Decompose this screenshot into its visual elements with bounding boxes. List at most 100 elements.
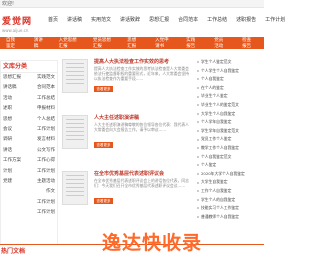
category-row: 讲话 公文写作: [1, 146, 57, 156]
category-title: 文库分类: [1, 61, 57, 73]
article-list: 提高人大执法检查工作实效的思考 提高人大执法检查工作实效的思考执法检查是人大常委…: [62, 56, 192, 224]
category-link[interactable]: 主题活动: [37, 177, 55, 187]
category-row: 工作计划: [1, 208, 57, 218]
nav-item[interactable]: 工作总结: [207, 16, 227, 23]
related-list: 学生个人鉴定范文 个人学生个人自我鉴定 个人自我鉴定 在个人的鉴定 毕业生个人鉴…: [196, 58, 262, 221]
nav-item[interactable]: 合同范本: [178, 16, 198, 23]
category-row: 作文: [1, 187, 57, 197]
list-item[interactable]: 学生学年自我鉴定范文: [196, 127, 262, 136]
view-more-button[interactable]: 查看更多: [94, 198, 113, 204]
category-row: 工作计划: [1, 198, 57, 208]
category-link[interactable]: 活动: [3, 94, 12, 104]
list-item[interactable]: 个人鉴定: [196, 161, 262, 170]
list-item[interactable]: 普通教师个人自我鉴定: [196, 213, 262, 222]
subnav-item[interactable]: 思想汇报: [127, 37, 140, 49]
category-link[interactable]: 述职: [3, 104, 12, 114]
welcome-text: 欢迎!: [2, 1, 15, 7]
category-link[interactable]: 工作总结: [37, 94, 55, 104]
category-link[interactable]: 个人总结: [37, 115, 55, 125]
category-link[interactable]: 公文写作: [37, 146, 55, 156]
category-row: 述职 申报材料: [1, 104, 57, 114]
list-item[interactable]: 学生个人的自我鉴定: [196, 196, 262, 205]
category-link[interactable]: 思想: [3, 115, 12, 125]
article-title[interactable]: 提高人大执法检查工作实效的思考: [94, 58, 169, 65]
list-item[interactable]: 个人学生个人自我鉴定: [196, 67, 262, 76]
nav-item[interactable]: 工作计划: [265, 16, 285, 23]
article-thumbnail[interactable]: [62, 115, 88, 149]
list-item[interactable]: 个人自我鉴定范文: [196, 153, 262, 162]
category-link[interactable]: 工作计划: [37, 208, 55, 218]
top-bar: 欢迎!: [0, 0, 264, 8]
list-item[interactable]: 工作个人自我鉴定: [196, 187, 262, 196]
list-item[interactable]: 毕业生个人鉴定: [196, 92, 262, 101]
list-item[interactable]: 党员工作个人鉴定: [196, 135, 262, 144]
category-link[interactable]: 实践范文: [37, 73, 55, 83]
subnav-item[interactable]: 入党申请书: [155, 37, 171, 49]
hot-docs-title: 热门文档: [1, 248, 26, 255]
subnav-item[interactable]: 检查报告: [242, 37, 255, 49]
category-link[interactable]: 思想汇报: [3, 73, 21, 83]
subnav-item[interactable]: 演讲稿: [34, 37, 44, 49]
nav-item[interactable]: 思想汇报: [149, 16, 169, 23]
category-link[interactable]: 发言材料: [37, 135, 55, 145]
subnav-item[interactable]: 入党思想汇报: [59, 37, 78, 49]
list-item[interactable]: 学生个人鉴定范文: [196, 58, 262, 67]
category-row: 工作方案 工作心得: [1, 156, 57, 166]
nav-item[interactable]: 讲话致辞: [120, 16, 140, 23]
category-link[interactable]: 作文: [46, 187, 55, 197]
list-item[interactable]: 个人自我鉴定: [196, 75, 262, 84]
category-row: 活动 工作总结: [1, 94, 57, 104]
category-row: 讲话稿 合同范本: [1, 83, 57, 93]
list-item[interactable]: 技能实习个人工作鉴定: [196, 204, 262, 213]
category-box: 文库分类 思想汇报 实践范文 讲话稿 合同范本 活动 工作总结 述职 申报材料 思想 个人…: [0, 60, 58, 245]
logo-name: 爱觉网: [2, 17, 33, 27]
article-card: 在全市优秀基层代表述职评议会 在全市优秀基层代表述职评议会上的讲话各位代表，同志…: [62, 168, 192, 222]
category-link[interactable]: 会议: [3, 125, 12, 135]
category-link[interactable]: 合同范本: [37, 83, 55, 93]
article-title[interactable]: 人大主任述职演讲稿: [94, 114, 139, 121]
subnav-item[interactable]: 党员思想汇报: [93, 37, 112, 49]
nav-item[interactable]: 首页: [48, 16, 58, 23]
nav-item[interactable]: 述职报告: [236, 16, 256, 23]
article-thumbnail[interactable]: [62, 171, 88, 205]
list-item[interactable]: 2020年大学个人自我鉴定: [196, 170, 262, 179]
category-link[interactable]: 计划: [3, 167, 12, 177]
subnav-item[interactable]: 自我鉴定: [6, 37, 19, 49]
article-snippet: 提高人大执法检查工作实效的思考执法检查是人大常委会依法行使监督职权的重要形式，近…: [94, 66, 189, 81]
category-link[interactable]: 工作方案: [3, 156, 21, 166]
view-more-button[interactable]: 查看更多: [94, 86, 113, 92]
category-row: 思想汇报 实践范文: [1, 73, 57, 83]
category-link[interactable]: 讲话稿: [3, 83, 17, 93]
list-item[interactable]: 大学生自我鉴定: [196, 178, 262, 187]
view-more-button[interactable]: 查看更多: [94, 142, 113, 148]
article-thumbnail[interactable]: [62, 59, 88, 93]
list-item[interactable]: 大学生个人自我鉴定: [196, 110, 262, 119]
main-nav: 首页 讲话稿 实用范文 讲话致辞 思想汇报 合同范本 工作总结 述职报告 工作计…: [48, 16, 294, 23]
subnav-item[interactable]: 实践报告: [186, 37, 199, 49]
site-logo[interactable]: 爱觉网 www.aijue.cn: [2, 14, 32, 33]
list-item[interactable]: 在个人的鉴定: [196, 84, 262, 93]
article-title[interactable]: 在全市优秀基层代表述职评议会: [94, 170, 164, 177]
category-link[interactable]: 工作计划: [37, 125, 55, 135]
article-snippet: 人大主任述职演讲稿尊敬的各位领导各位代表：我代表人大常委会向大会报告工作，请予以…: [94, 122, 189, 132]
category-link[interactable]: 党建: [3, 177, 12, 187]
list-item[interactable]: 毕业生个人的鉴定范文: [196, 101, 262, 110]
article-card: 提高人大执法检查工作实效的思考 提高人大执法检查工作实效的思考执法检查是人大常委…: [62, 56, 192, 110]
category-link[interactable]: 申报材料: [37, 104, 55, 114]
nav-item[interactable]: 实用范文: [91, 16, 111, 23]
list-item[interactable]: 个人学年自我鉴定: [196, 118, 262, 127]
subnav-item[interactable]: 党员活动: [214, 37, 227, 49]
list-item[interactable]: 教学工作个人自我鉴定: [196, 144, 262, 153]
category-link[interactable]: 讲话: [3, 146, 12, 156]
category-row: 调研 发言材料: [1, 135, 57, 145]
category-link[interactable]: 工作心得: [37, 156, 55, 166]
category-row: 计划 工作计划: [1, 167, 57, 177]
category-link[interactable]: 工作计划: [37, 198, 55, 208]
category-row: 思想 个人总结: [1, 115, 57, 125]
category-row: 党建 主题活动: [1, 177, 57, 187]
category-link[interactable]: 工作计划: [37, 167, 55, 177]
category-link[interactable]: 调研: [3, 135, 12, 145]
category-row: 会议 工作计划: [1, 125, 57, 135]
nav-item[interactable]: 讲话稿: [67, 16, 82, 23]
article-card: 人大主任述职演讲稿 人大主任述职演讲稿尊敬的各位领导各位代表：我代表人大常委会向…: [62, 112, 192, 166]
